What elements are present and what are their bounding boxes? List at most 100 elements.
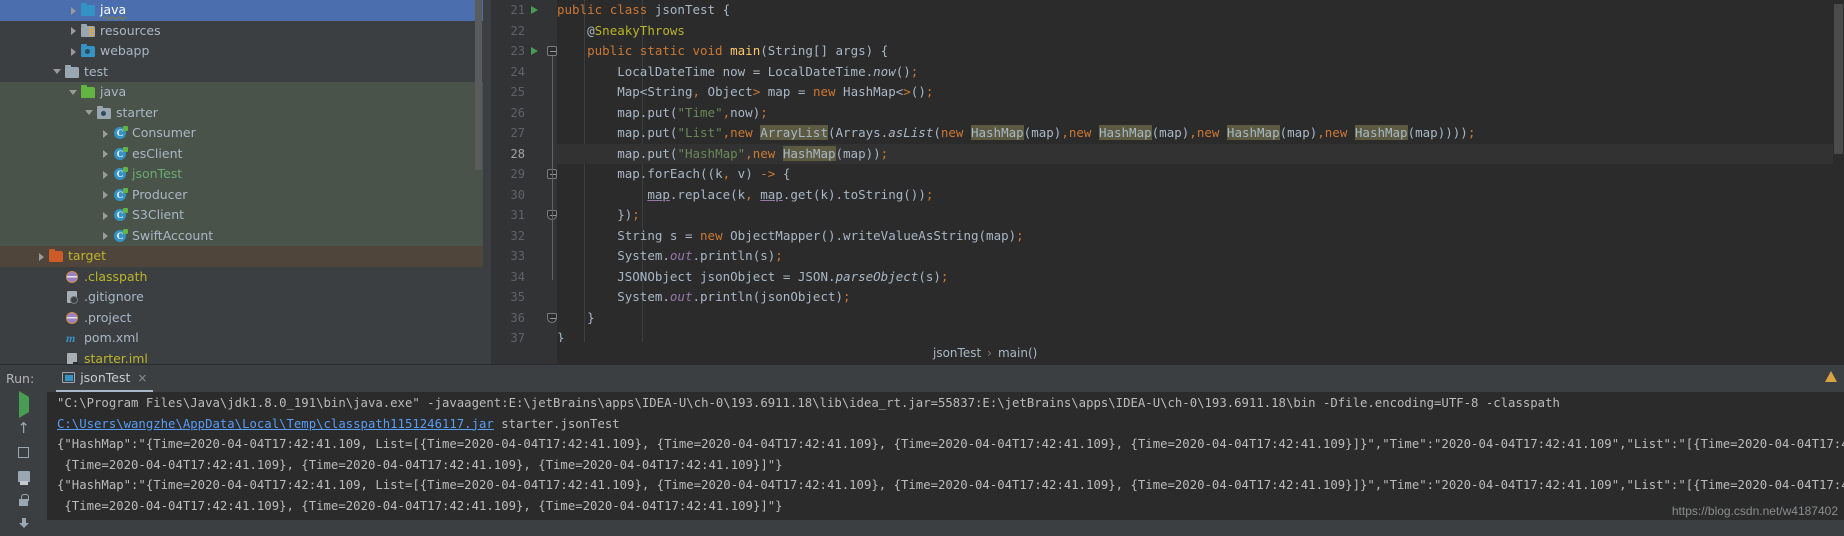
print-icon[interactable]	[0, 464, 47, 488]
line-number-35: 35	[510, 290, 525, 304]
tree-item-label: SwiftAccount	[132, 227, 214, 243]
warning-triangle-icon[interactable]	[1825, 371, 1837, 382]
code-line-28[interactable]: map.put("HashMap",new HashMap(map));	[557, 143, 1844, 164]
folder-resources-icon	[81, 23, 96, 38]
expand-arrow-icon[interactable]	[100, 210, 111, 221]
run-tab-jsontest[interactable]: jsonTest ×	[56, 366, 154, 392]
code-line-31[interactable]: });	[557, 205, 1844, 226]
tree-item-resources[interactable]: resources	[0, 21, 483, 42]
code-line-23[interactable]: public static void main(String[] args) {	[557, 41, 1844, 62]
code-line-24[interactable]: LocalDateTime now = LocalDateTime.now();	[557, 62, 1844, 83]
code-line-33[interactable]: System.out.println(s);	[557, 246, 1844, 267]
tree-item-producer[interactable]: C Producer	[0, 184, 483, 205]
arrow-spacer	[52, 333, 63, 344]
expand-arrow-icon[interactable]	[68, 25, 79, 36]
expand-arrow-icon[interactable]	[100, 169, 111, 180]
breadcrumb-method[interactable]: main()	[998, 346, 1037, 360]
code-line-25[interactable]: Map<String, Object> map = new HashMap<>(…	[557, 82, 1844, 103]
tree-item-project[interactable]: .project	[0, 308, 483, 329]
tree-item-label: .classpath	[84, 268, 148, 284]
fold-region-line	[551, 56, 553, 280]
run-gutter-icon[interactable]	[531, 6, 538, 14]
expand-arrow-icon[interactable]	[100, 230, 111, 241]
tree-item-consumer[interactable]: C Consumer	[0, 123, 483, 144]
collapse-arrow-icon[interactable]	[84, 107, 95, 118]
tree-item-gitignore[interactable]: .gitignore	[0, 287, 483, 308]
tree-item-label: jsonTest	[132, 166, 183, 182]
line-number-37: 37	[510, 331, 525, 345]
expand-arrow-icon[interactable]	[68, 5, 79, 16]
code-line-35[interactable]: System.out.println(jsonObject);	[557, 287, 1844, 308]
tree-item-starteriml[interactable]: starter.iml	[0, 349, 483, 364]
line-number-32: 32	[510, 228, 525, 243]
editor-scrollbar[interactable]	[1833, 0, 1844, 364]
expand-arrow-icon[interactable]	[36, 251, 47, 262]
tree-item-label: starter.iml	[84, 350, 148, 364]
close-icon[interactable]: ×	[137, 372, 147, 384]
java-class-icon: C	[113, 146, 128, 161]
editor-scroll-thumb[interactable]	[1834, 4, 1843, 154]
code-text-area[interactable]: public class jsonTest { @SneakyThrows pu…	[557, 0, 1844, 364]
code-lines: public class jsonTest { @SneakyThrows pu…	[557, 0, 1844, 349]
project-tree-scroll-thumb[interactable]	[475, 0, 482, 170]
rerun-up-icon[interactable]: ↑	[0, 416, 47, 440]
fold-toggle-icon[interactable]	[547, 46, 557, 56]
scroll-to-end-icon[interactable]	[0, 512, 47, 536]
run-tab-label: jsonTest	[80, 370, 131, 385]
tree-item-java[interactable]: java	[0, 82, 483, 103]
project-tree-panel[interactable]: java resources webapp test java starter C Consu…	[0, 0, 483, 364]
console-line-3: {"HashMap":"{Time=2020-04-04T17:42:41.10…	[57, 437, 1844, 451]
file-purple-icon	[65, 270, 80, 284]
arrow-spacer	[52, 312, 63, 323]
tree-item-webapp[interactable]: webapp	[0, 41, 483, 62]
tree-item-test[interactable]: test	[0, 62, 483, 83]
tree-item-s3client[interactable]: C S3Client	[0, 205, 483, 226]
collapse-arrow-icon[interactable]	[68, 87, 79, 98]
expand-arrow-icon[interactable]	[68, 46, 79, 57]
tree-item-label: test	[84, 63, 109, 79]
code-line-22[interactable]: @SneakyThrows	[557, 21, 1844, 42]
tree-item-java[interactable]: java	[0, 0, 483, 21]
file-iml-icon	[65, 352, 80, 364]
fold-toggle-icon[interactable]	[547, 312, 557, 323]
stop-icon[interactable]	[0, 440, 47, 464]
tree-item-jsontest[interactable]: CjsonTest	[0, 164, 483, 185]
code-line-30[interactable]: map.replace(k, map.get(k).toString());	[557, 185, 1844, 206]
line-number-26: 26	[510, 105, 525, 120]
code-line-34[interactable]: JSONObject jsonObject = JSON.parseObject…	[557, 267, 1844, 288]
breadcrumb[interactable]: jsonTest › main()	[557, 342, 1844, 364]
collapse-arrow-icon[interactable]	[52, 66, 63, 77]
tree-item-target[interactable]: target	[0, 246, 483, 267]
console-main-class: starter.jsonTest	[493, 416, 620, 431]
tree-item-label: java	[100, 2, 127, 18]
tree-item-esclient[interactable]: CesClient	[0, 143, 483, 164]
breadcrumb-separator-icon: ›	[987, 346, 992, 360]
run-icon[interactable]	[0, 392, 47, 416]
project-tree-scrollbar[interactable]	[474, 0, 483, 364]
code-editor[interactable]: 21 22 23 24 25 26 27 28 29 30 31 32 33 34 35 36 37 publi…	[483, 0, 1844, 364]
code-line-29[interactable]: map.forEach((k, v) -> {	[557, 164, 1844, 185]
tree-item-starter[interactable]: starter	[0, 102, 483, 123]
console-output[interactable]: "C:\Program Files\Java\jdk1.8.0_191\bin\…	[47, 392, 1844, 520]
tree-item-pomxml[interactable]: m pom.xml	[0, 328, 483, 349]
code-line-21[interactable]: public class jsonTest {	[557, 0, 1844, 21]
soft-wrap-icon[interactable]	[0, 488, 47, 512]
file-ignore-icon	[65, 290, 80, 305]
run-gutter-icon[interactable]	[531, 47, 538, 55]
code-line-26[interactable]: map.put("Time",now);	[557, 103, 1844, 124]
expand-arrow-icon[interactable]	[100, 128, 111, 139]
folder-green-icon	[81, 85, 96, 99]
tree-item-label: esClient	[132, 145, 183, 161]
tree-item-swiftaccount[interactable]: C SwiftAccount	[0, 225, 483, 246]
expand-arrow-icon[interactable]	[100, 189, 111, 200]
code-line-32[interactable]: String s = new ObjectMapper().writeValue…	[557, 226, 1844, 247]
code-line-36[interactable]: }	[557, 308, 1844, 329]
console-line-2: C:\Users\wangzhe\AppData\Local\Temp\clas…	[57, 414, 1844, 435]
line-number-24: 24	[510, 64, 525, 79]
tree-item-classpath[interactable]: .classpath	[0, 267, 483, 288]
expand-arrow-icon[interactable]	[100, 148, 111, 159]
breadcrumb-class[interactable]: jsonTest	[933, 346, 981, 360]
code-line-27[interactable]: map.put("List",new ArrayList(Arrays.asLi…	[557, 123, 1844, 144]
console-classpath-link[interactable]: C:\Users\wangzhe\AppData\Local\Temp\clas…	[57, 417, 494, 431]
tree-item-label: webapp	[100, 43, 150, 59]
